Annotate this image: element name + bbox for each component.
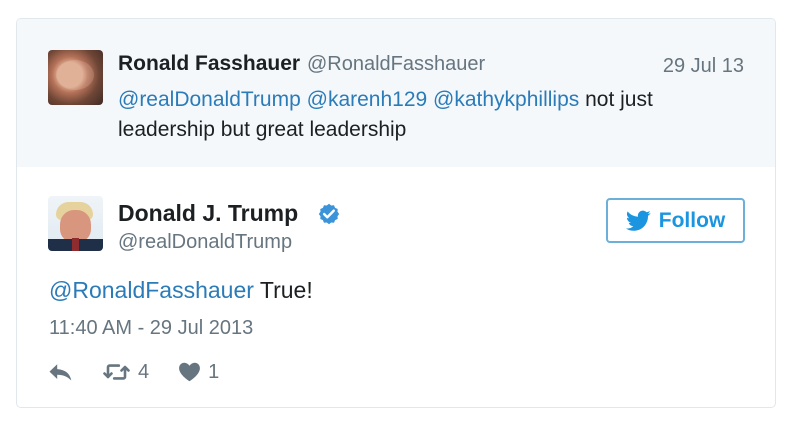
reply-icon [49,364,72,381]
author-handle[interactable]: @realDonaldTrump [118,231,292,254]
quoted-text-line2: leadership but great leadership [118,118,407,141]
tweet-actions: 4 1 [48,359,248,385]
tweet-timestamp[interactable]: 11:40 AM - 29 Jul 2013 [49,317,253,340]
quoted-tweet: Ronald Fasshauer @RonaldFasshauer 29 Jul… [17,19,775,167]
quoted-text-tail: not just [585,88,653,111]
quoted-text: @realDonaldTrump @karenh129 @kathykphill… [118,85,718,145]
mention-karenh129[interactable]: @karenh129 [307,88,428,111]
verified-badge-icon [318,203,340,225]
reply-mention-ronaldfasshauer[interactable]: @RonaldFasshauer [49,277,254,303]
mention-kathykphillips[interactable]: @kathykphillips [433,88,579,111]
like-action[interactable]: 1 [178,361,219,384]
avatar-tie [72,238,79,251]
reply-action[interactable] [48,362,73,382]
follow-label: Follow [658,208,726,232]
retweet-action[interactable]: 4 [102,361,149,384]
follow-button[interactable]: Follow [606,198,745,243]
donald-trump-avatar[interactable] [48,196,103,251]
tweet-text: @RonaldFasshauer True! [49,277,313,304]
tweet-body: True! [259,277,313,303]
embedded-tweet-card: Ronald Fasshauer @RonaldFasshauer 29 Jul… [16,18,776,408]
twitter-bird-icon [625,210,651,231]
retweet-count: 4 [138,360,150,383]
like-count: 1 [208,360,220,383]
quoted-date[interactable]: 29 Jul 13 [663,55,744,78]
mention-realdonaldtrump[interactable]: @realDonaldTrump [118,88,301,111]
ronald-avatar[interactable] [48,50,103,105]
quoted-author-name[interactable]: Ronald Fasshauer [118,52,300,76]
author-name[interactable]: Donald J. Trump [118,200,298,227]
heart-icon [179,362,201,382]
retweet-icon [103,364,130,380]
quoted-author-handle[interactable]: @RonaldFasshauer [307,53,485,76]
